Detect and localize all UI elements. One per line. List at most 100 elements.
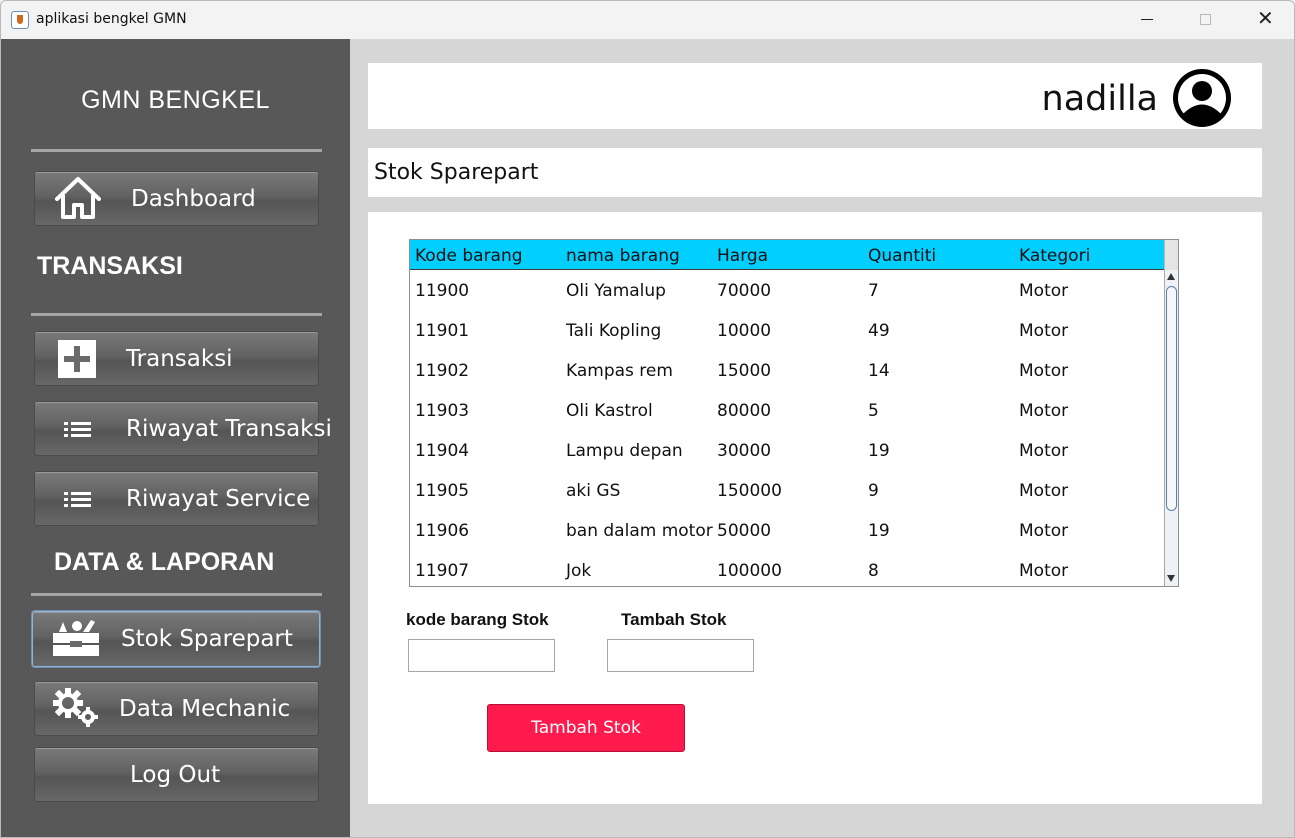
tambah-stok-label: Tambah Stok <box>621 610 727 629</box>
close-icon: ✕ <box>1257 6 1274 30</box>
brand-title: GMN BENGKEL <box>81 86 270 114</box>
app-window: aplikasi bengkel GMN ✕ GMN BENGKEL Dashb… <box>0 0 1295 838</box>
sidebar-item-transaksi[interactable]: Transaksi <box>34 331 319 386</box>
cell-nama: Jok <box>566 561 592 581</box>
column-header-kategori[interactable]: Kategori <box>1019 246 1090 266</box>
column-header-nama[interactable]: nama barang <box>566 246 680 266</box>
table-row[interactable]: 11906 ban dalam motor 50000 19 Motor <box>410 511 1164 551</box>
tambah-stok-button[interactable]: Tambah Stok <box>487 704 685 752</box>
cell-quantiti: 8 <box>868 561 879 581</box>
cell-kode: 11906 <box>415 521 470 541</box>
cell-quantiti: 19 <box>868 441 890 461</box>
list-icon <box>64 492 91 507</box>
scroll-down-icon[interactable] <box>1167 575 1175 582</box>
maximize-icon <box>1200 14 1211 25</box>
cell-kategori: Motor <box>1019 281 1069 301</box>
kode-barang-stok-label: kode barang Stok <box>406 610 549 629</box>
list-icon <box>64 422 91 437</box>
maximize-button[interactable] <box>1176 1 1234 39</box>
cell-harga: 150000 <box>717 481 782 501</box>
cell-harga: 80000 <box>717 401 772 421</box>
cell-kategori: Motor <box>1019 441 1069 461</box>
cell-nama: Oli Kastrol <box>566 401 653 421</box>
table-row[interactable]: 11905 aki GS 150000 9 Motor <box>410 471 1164 511</box>
cell-quantiti: 9 <box>868 481 879 501</box>
divider <box>31 593 322 596</box>
sidebar-item-data-mechanic[interactable]: Data Mechanic <box>34 681 319 736</box>
cell-nama: aki GS <box>566 481 621 501</box>
cell-kategori: Motor <box>1019 401 1069 421</box>
cell-kode: 11900 <box>415 281 470 301</box>
table-row[interactable]: 11900 Oli Yamalup 70000 7 Motor <box>410 271 1164 311</box>
cell-kode: 11903 <box>415 401 470 421</box>
gears-icon <box>53 688 98 727</box>
java-app-icon <box>11 11 29 29</box>
section-transaksi: TRANSAKSI <box>37 252 183 280</box>
tambah-stok-input[interactable] <box>607 639 754 672</box>
divider <box>31 313 322 316</box>
cell-kategori: Motor <box>1019 321 1069 341</box>
cell-kode: 11907 <box>415 561 470 581</box>
sidebar-item-riwayat-transaksi[interactable]: Riwayat Transaksi <box>34 401 332 456</box>
sidebar-item-label: Stok Sparepart <box>121 626 293 652</box>
table-row[interactable]: 11907 Jok 100000 8 Motor <box>410 551 1164 586</box>
divider <box>31 149 322 152</box>
vertical-scrollbar[interactable] <box>1164 270 1178 586</box>
sidebar-item-stok-sparepart[interactable]: Stok Sparepart <box>32 611 320 667</box>
cell-quantiti: 5 <box>868 401 879 421</box>
scroll-up-icon[interactable] <box>1167 273 1175 280</box>
cell-kategori: Motor <box>1019 361 1069 381</box>
cell-quantiti: 19 <box>868 521 890 541</box>
cell-kode: 11904 <box>415 441 470 461</box>
content-panel: Kode barang nama barang Harga Quantiti K… <box>368 212 1262 804</box>
sidebar: GMN BENGKEL Dashboard TRANSAKSI Transaks… <box>1 39 350 837</box>
scroll-thumb[interactable] <box>1166 286 1177 511</box>
cell-nama: Lampu depan <box>566 441 683 461</box>
minimize-button[interactable] <box>1118 1 1176 39</box>
dashboard-label: Dashboard <box>131 186 256 212</box>
minimize-icon <box>1141 19 1153 20</box>
cell-nama: Tali Kopling <box>566 321 662 341</box>
home-icon <box>55 177 101 219</box>
user-avatar-icon[interactable] <box>1171 67 1233 129</box>
username: nadilla <box>1041 79 1158 119</box>
cell-harga: 70000 <box>717 281 772 301</box>
logout-button[interactable]: Log Out <box>34 747 319 802</box>
section-data-laporan: DATA & LAPORAN <box>54 548 275 576</box>
cell-nama: Oli Yamalup <box>566 281 666 301</box>
cell-harga: 10000 <box>717 321 772 341</box>
toolbox-icon <box>53 620 99 656</box>
title-bar[interactable]: aplikasi bengkel GMN ✕ <box>1 1 1294 39</box>
logout-label: Log Out <box>130 762 221 788</box>
cell-harga: 30000 <box>717 441 772 461</box>
plus-icon <box>58 340 96 378</box>
page-title: Stok Sparepart <box>374 160 539 185</box>
table-row[interactable]: 11904 Lampu depan 30000 19 Motor <box>410 431 1164 471</box>
kode-barang-stok-input[interactable] <box>408 639 555 672</box>
stock-table: Kode barang nama barang Harga Quantiti K… <box>409 239 1179 587</box>
close-button[interactable]: ✕ <box>1235 1 1293 39</box>
table-row[interactable]: 11902 Kampas rem 15000 14 Motor <box>410 351 1164 391</box>
column-header-harga[interactable]: Harga <box>717 246 768 266</box>
cell-kategori: Motor <box>1019 561 1069 581</box>
column-header-kode[interactable]: Kode barang <box>415 246 523 266</box>
cell-nama: Kampas rem <box>566 361 673 381</box>
sidebar-item-label: Riwayat Transaksi <box>126 416 332 442</box>
sidebar-item-riwayat-service[interactable]: Riwayat Service <box>34 471 319 526</box>
cell-kategori: Motor <box>1019 481 1069 501</box>
table-row[interactable]: 11903 Oli Kastrol 80000 5 Motor <box>410 391 1164 431</box>
column-header-quantiti[interactable]: Quantiti <box>868 246 936 266</box>
cell-harga: 15000 <box>717 361 772 381</box>
cell-kode: 11905 <box>415 481 470 501</box>
cell-harga: 100000 <box>717 561 782 581</box>
cell-quantiti: 7 <box>868 281 879 301</box>
table-row[interactable]: 11901 Tali Kopling 10000 49 Motor <box>410 311 1164 351</box>
page-title-panel: Stok Sparepart <box>368 148 1262 197</box>
sidebar-item-label: Data Mechanic <box>119 696 291 722</box>
sidebar-item-label: Transaksi <box>126 346 233 372</box>
window-title: aplikasi bengkel GMN <box>36 11 187 27</box>
cell-quantiti: 49 <box>868 321 890 341</box>
cell-kategori: Motor <box>1019 521 1069 541</box>
dashboard-button[interactable]: Dashboard <box>34 171 319 226</box>
scroll-corner <box>1164 240 1178 270</box>
